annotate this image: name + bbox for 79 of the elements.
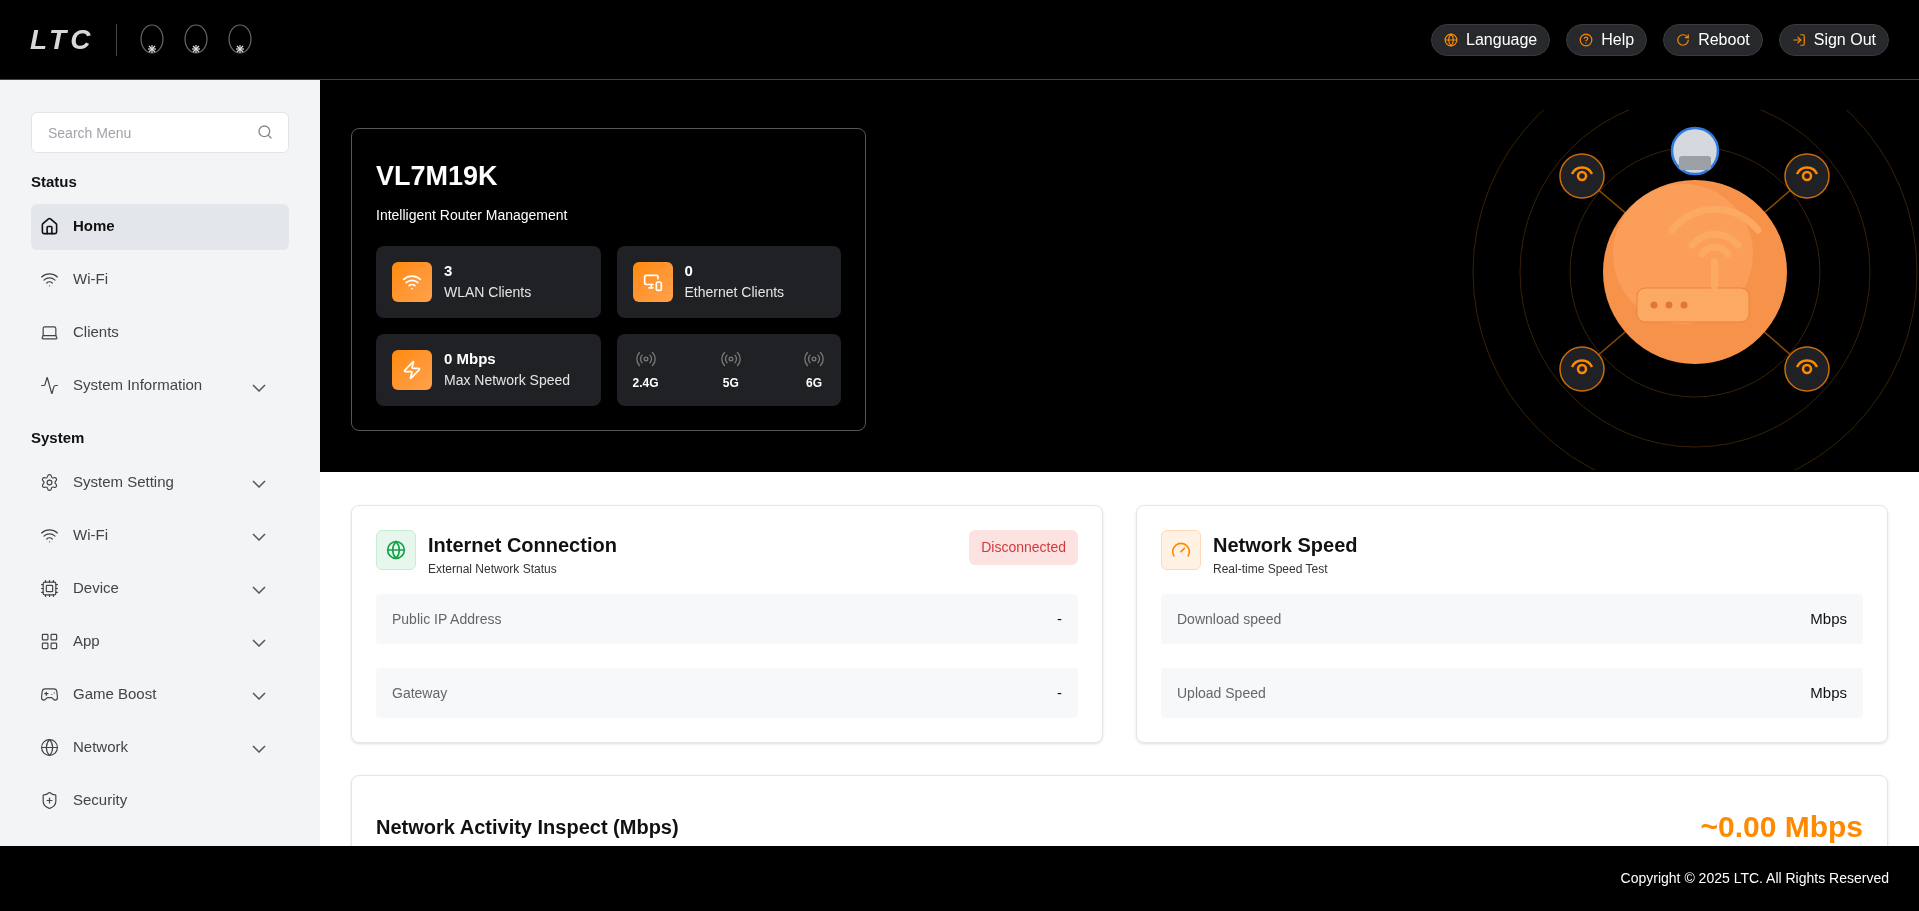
shield-icon (40, 790, 59, 810)
help-icon (1579, 32, 1594, 47)
nav-item[interactable]: Security (31, 777, 289, 823)
activity-title: Network Activity Inspect (Mbps) (376, 814, 679, 840)
grid-icon (40, 631, 59, 651)
card-title: Network Speed (1213, 533, 1358, 558)
nav-label: Wi-Fi (73, 524, 108, 545)
nav-item[interactable]: App (31, 618, 289, 664)
row-label: Public IP Address (392, 609, 502, 629)
wifi-icon (40, 270, 59, 289)
nav-label: Device (73, 577, 119, 598)
header-button[interactable]: Reboot (1663, 23, 1763, 56)
row-label: Gateway (392, 683, 448, 703)
card-subtitle: Real-time Speed Test (1213, 561, 1329, 578)
globe-icon (40, 737, 59, 757)
nav-label: Game Boost (73, 683, 157, 704)
settings-icon (40, 472, 59, 492)
loading-icon (139, 23, 166, 56)
search-field[interactable]: Search Menu (31, 112, 289, 153)
loading-icon (183, 23, 210, 56)
header-button[interactable]: Help (1566, 23, 1648, 56)
device-subtitle: Intelligent Router Management (376, 205, 569, 225)
monitor-icon (632, 261, 673, 302)
band-label: 6G (805, 374, 822, 392)
search-icon (257, 124, 273, 140)
row-value: Mbps (1810, 682, 1847, 703)
nav-label: Home (73, 216, 115, 237)
nav-item[interactable]: Game Boost (31, 671, 289, 717)
section-title: Status (31, 172, 78, 192)
nav-item[interactable]: Wi-Fi (31, 256, 289, 303)
header-button[interactable]: Sign Out (1778, 23, 1889, 56)
loading-icon (227, 23, 254, 56)
logo: LTC (30, 22, 95, 57)
stat-value: 0 (684, 260, 694, 281)
stat-label: Ethernet Clients (684, 283, 785, 303)
section-title: System (31, 427, 86, 448)
nav-item[interactable]: System Information (31, 362, 289, 409)
row-value: - (1057, 608, 1062, 629)
nav-item[interactable]: Network (31, 724, 289, 770)
nav-label: App (73, 630, 100, 651)
refresh-icon (1676, 32, 1691, 47)
nav-label: System Information (73, 375, 203, 396)
nav-item[interactable]: System Setting (31, 459, 289, 505)
home-icon (40, 217, 59, 236)
card-title: Internet Connection (428, 533, 617, 558)
nav-label: System Setting (73, 471, 174, 492)
nav-item[interactable]: Home (31, 203, 289, 250)
nav-label: Wi-Fi (73, 269, 108, 290)
wifi-icon (392, 261, 432, 302)
card-subtitle: External Network Status (428, 561, 558, 578)
globe-icon (376, 530, 416, 570)
header-button[interactable]: Language (1431, 23, 1551, 56)
band-label: 2.4G (632, 374, 659, 392)
device-title: VL7M19K (376, 160, 499, 193)
stat-label: Max Network Speed (444, 371, 571, 391)
nav-item[interactable]: Device (31, 565, 289, 611)
stat-label: WLAN Clients (444, 283, 532, 303)
band-label: 5G (722, 374, 739, 392)
activity-value: ~0.00 Mbps (1700, 809, 1863, 845)
status-badge: Disconnected (969, 530, 1078, 565)
nav-item[interactable]: Clients (31, 309, 289, 356)
nav-label: Clients (73, 322, 119, 343)
row-label: Download speed (1177, 609, 1282, 629)
nav-item[interactable]: Wi-Fi (31, 512, 289, 558)
stat-value: 3 (444, 260, 454, 281)
gauge-icon (1161, 530, 1201, 570)
lightning-icon (392, 349, 432, 390)
nav-label: Network (73, 736, 128, 757)
chip-icon (40, 578, 59, 598)
pulse-icon (40, 376, 59, 395)
sign-out-icon (1791, 32, 1806, 47)
row-label: Upload Speed (1177, 683, 1266, 703)
stat-value: 0 Mbps (444, 348, 497, 369)
copyright-text: Copyright © 2025 LTC. All Rights Reserved (1620, 869, 1889, 888)
row-value: - (1057, 682, 1062, 703)
nav-label: Security (73, 789, 128, 810)
laptop-icon (40, 323, 59, 342)
row-value: Mbps (1810, 608, 1847, 629)
globe-icon (1444, 32, 1459, 47)
